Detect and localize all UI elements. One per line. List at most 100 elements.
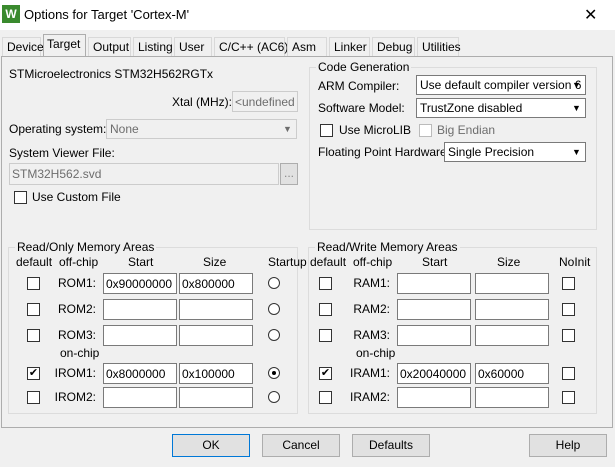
rom-row-start-input[interactable]: [103, 299, 177, 320]
ram-row-start-input[interactable]: [397, 363, 471, 384]
ok-button[interactable]: OK: [172, 434, 250, 457]
ram-row-start-input[interactable]: [397, 299, 471, 320]
noinit-checkbox[interactable]: [562, 391, 575, 404]
tab-device[interactable]: Device: [2, 37, 44, 56]
noinit-checkbox[interactable]: [562, 303, 575, 316]
startup-radio[interactable]: [268, 303, 280, 315]
svf-input[interactable]: [9, 163, 279, 185]
column-header: Size: [203, 255, 227, 269]
ram-row-label: RAM3:: [353, 328, 390, 342]
group-title: Code Generation: [316, 60, 412, 74]
tab-output[interactable]: Output: [88, 37, 131, 56]
rom-row-size-input[interactable]: [179, 387, 253, 408]
model-label: Software Model:: [318, 101, 405, 115]
column-header: default: [310, 255, 347, 269]
model-value: TrustZone disabled: [420, 101, 523, 115]
microlib-checkbox[interactable]: [320, 124, 333, 137]
column-header: off-chip: [59, 255, 99, 269]
column-header: off-chip: [353, 255, 393, 269]
fpu-label: Floating Point Hardware:: [318, 145, 451, 159]
tab-asm[interactable]: Asm: [287, 37, 327, 56]
tab-linker[interactable]: Linker: [329, 37, 370, 56]
column-header: default: [16, 255, 53, 269]
ram-row-size-input[interactable]: [475, 363, 549, 384]
column-header: Start: [422, 255, 448, 269]
ram-row-size-input[interactable]: [475, 273, 549, 294]
title-bar: W Options for Target 'Cortex-M' ✕: [0, 0, 615, 30]
ram-row-label: RAM2:: [353, 302, 390, 316]
chevron-down-icon: ▼: [572, 147, 581, 157]
tab-user[interactable]: User: [174, 37, 212, 56]
rom-row-size-input[interactable]: [179, 363, 253, 384]
rom-row-size-input[interactable]: [179, 325, 253, 346]
rom-row-label: IROM2:: [54, 390, 96, 404]
ram-row-start-input[interactable]: [397, 325, 471, 346]
xtal-label: Xtal (MHz):: [172, 95, 232, 109]
svf-label: System Viewer File:: [9, 146, 115, 160]
rom-row-default-checkbox[interactable]: [27, 277, 40, 290]
compiler-select[interactable]: Use default compiler version 6 ▼: [416, 75, 586, 95]
rom-row-default-checkbox[interactable]: [27, 303, 40, 316]
ram-row-label: IRAM1:: [349, 366, 390, 380]
rom-row-default-checkbox[interactable]: [27, 329, 40, 342]
noinit-checkbox[interactable]: [562, 329, 575, 342]
tab-c-c-ac6-[interactable]: C/C++ (AC6): [214, 37, 288, 56]
ram-row-default-checkbox[interactable]: [319, 329, 332, 342]
chevron-down-icon: ▼: [283, 124, 292, 134]
group-title: Read/Only Memory Areas: [15, 240, 157, 254]
rom-row-start-input[interactable]: [103, 387, 177, 408]
ram-row-default-checkbox[interactable]: [319, 303, 332, 316]
startup-radio[interactable]: [268, 329, 280, 341]
rom-row-size-input[interactable]: [179, 299, 253, 320]
big-endian-label: Big Endian: [437, 123, 496, 137]
close-icon[interactable]: ✕: [584, 5, 597, 25]
noinit-checkbox[interactable]: [562, 277, 575, 290]
big-endian-checkbox[interactable]: [419, 124, 432, 137]
fpu-select[interactable]: Single Precision ▼: [444, 142, 586, 162]
tab-target[interactable]: Target: [43, 34, 86, 57]
column-header: Start: [128, 255, 154, 269]
compiler-value: Use default compiler version 6: [420, 78, 582, 92]
model-select[interactable]: TrustZone disabled ▼: [416, 98, 586, 118]
tab-utilities[interactable]: Utilities: [417, 37, 461, 56]
ram-row-default-checkbox[interactable]: ✔: [319, 367, 332, 380]
custom-file-label: Use Custom File: [32, 190, 121, 204]
column-header: NoInit: [559, 255, 591, 269]
ram-row-default-checkbox[interactable]: [319, 277, 332, 290]
rom-row-label: ROM1:: [57, 276, 96, 290]
window-title: Options for Target 'Cortex-M': [24, 7, 190, 22]
microlib-label: Use MicroLIB: [339, 123, 412, 137]
noinit-checkbox[interactable]: [562, 367, 575, 380]
os-value: None: [110, 122, 139, 136]
defaults-button[interactable]: Defaults: [352, 434, 430, 457]
ram-row-size-input[interactable]: [475, 299, 549, 320]
svf-browse-button[interactable]: ...: [280, 163, 298, 185]
ram-row-size-input[interactable]: [475, 387, 549, 408]
rom-row-default-checkbox[interactable]: ✔: [27, 367, 40, 380]
rom-row-start-input[interactable]: [103, 325, 177, 346]
ram-row-label: IRAM2:: [349, 390, 390, 404]
tab-listing[interactable]: Listing: [133, 37, 173, 56]
rom-row-size-input[interactable]: [179, 273, 253, 294]
custom-file-checkbox[interactable]: [14, 191, 27, 204]
ram-row-default-checkbox[interactable]: [319, 391, 332, 404]
xtal-input[interactable]: [232, 91, 298, 112]
ram-row-start-input[interactable]: [397, 387, 471, 408]
ram-row-size-input[interactable]: [475, 325, 549, 346]
column-header: Size: [497, 255, 521, 269]
startup-radio[interactable]: [268, 367, 280, 379]
tab-debug[interactable]: Debug: [372, 37, 415, 56]
rom-row-default-checkbox[interactable]: [27, 391, 40, 404]
rom-row-start-input[interactable]: [103, 363, 177, 384]
ram-row-label: RAM1:: [353, 276, 390, 290]
ram-row-start-input[interactable]: [397, 273, 471, 294]
startup-radio[interactable]: [268, 391, 280, 403]
rom-row-start-input[interactable]: [103, 273, 177, 294]
os-select[interactable]: None ▼: [106, 119, 297, 139]
compiler-label: ARM Compiler:: [318, 79, 400, 93]
startup-radio[interactable]: [268, 277, 280, 289]
os-label: Operating system:: [9, 122, 107, 136]
rom-row-label: ROM2:: [57, 302, 96, 316]
help-button[interactable]: Help: [529, 434, 607, 457]
cancel-button[interactable]: Cancel: [262, 434, 340, 457]
